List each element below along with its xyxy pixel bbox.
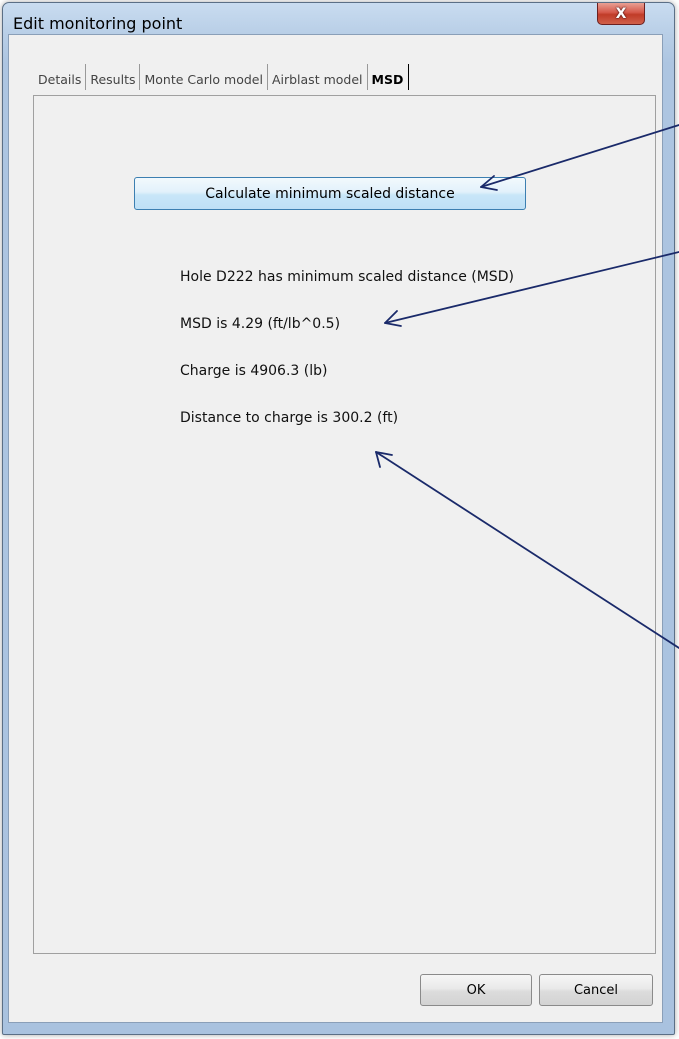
tab-strip: Details Results Monte Carlo model Airbla… bbox=[34, 64, 410, 90]
tab-details[interactable]: Details bbox=[34, 64, 87, 90]
ok-button[interactable]: OK bbox=[420, 974, 532, 1006]
tab-airblast-model[interactable]: Airblast model bbox=[268, 64, 368, 90]
msd-value-text: MSD is 4.29 (ft/lb^0.5) bbox=[180, 316, 341, 332]
tab-msd[interactable]: MSD bbox=[368, 64, 410, 90]
close-icon: X bbox=[615, 5, 627, 22]
msd-distance-text: Distance to charge is 300.2 (ft) bbox=[180, 410, 399, 426]
msd-charge-text: Charge is 4906.3 (lb) bbox=[180, 363, 328, 379]
tab-monte-carlo-model[interactable]: Monte Carlo model bbox=[140, 64, 268, 90]
cancel-button[interactable]: Cancel bbox=[539, 974, 653, 1006]
window-title: Edit monitoring point bbox=[13, 14, 183, 33]
tab-panel bbox=[33, 95, 656, 954]
calculate-msd-button[interactable]: Calculate minimum scaled distance bbox=[134, 177, 526, 210]
close-button[interactable]: X bbox=[597, 3, 645, 25]
msd-hole-text: Hole D222 has minimum scaled distance (M… bbox=[180, 269, 514, 285]
tab-results[interactable]: Results bbox=[86, 64, 141, 90]
